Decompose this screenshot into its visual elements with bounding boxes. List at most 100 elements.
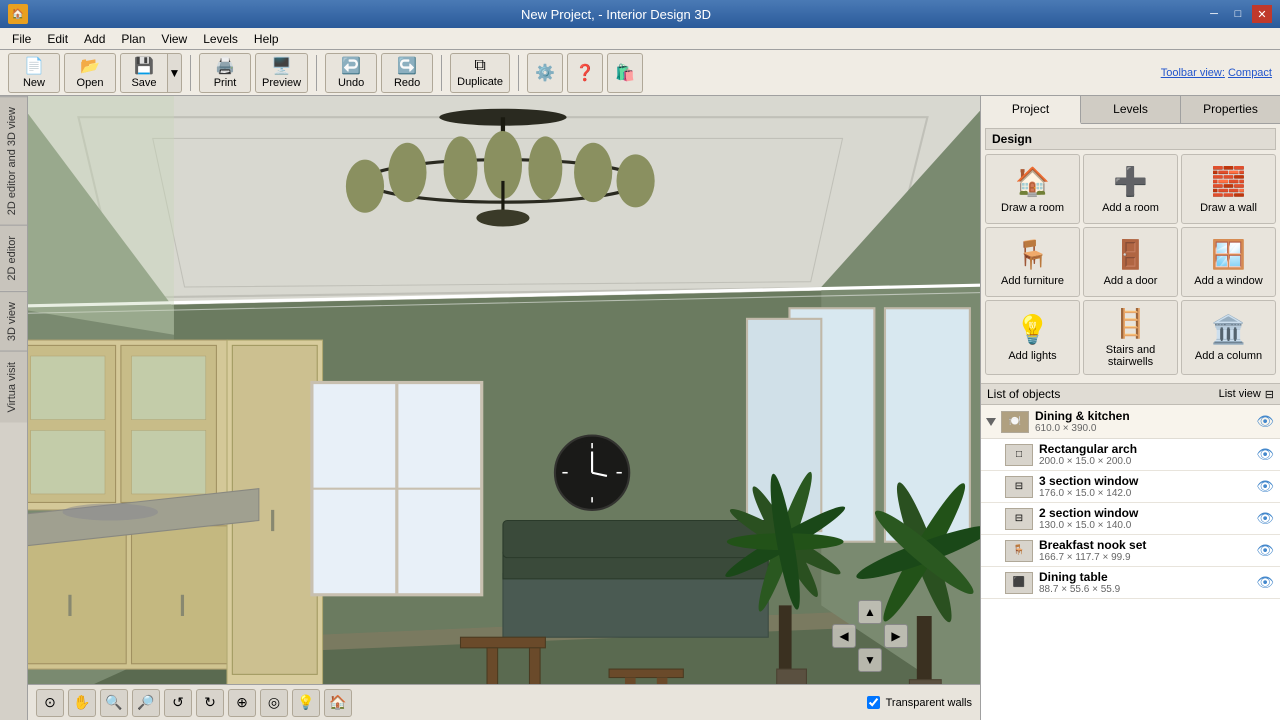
visibility-toggle-2[interactable]: 👁 [1256, 478, 1274, 495]
design-btn-icon-7: 🪜 [1113, 307, 1148, 340]
design-btn-add-a-room[interactable]: ➕Add a room [1083, 154, 1178, 224]
toolbar-separator-2 [316, 55, 317, 91]
save-icon: 💾 [134, 56, 154, 76]
light-toggle-button[interactable]: 💡 [292, 689, 320, 717]
undo-button[interactable]: ↩️ Undo [325, 53, 377, 93]
orbit-button[interactable]: ⊕ [228, 689, 256, 717]
print-button[interactable]: 🖨️ Print [199, 53, 251, 93]
toolbar-separator-4 [518, 55, 519, 91]
left-tab-3d-view[interactable]: 3D view [0, 291, 27, 351]
object-item-2[interactable]: ⊟ 3 section window 176.0 × 15.0 × 142.0 … [981, 471, 1280, 503]
objects-list-header: List of objects List view ⊟ [981, 383, 1280, 405]
obj-thumb-5: ⬛ [1005, 572, 1033, 594]
menu-item-help[interactable]: Help [246, 30, 287, 48]
nav-right-button[interactable]: ▶ [884, 624, 908, 648]
design-btn-add-a-column[interactable]: 🏛️Add a column [1181, 300, 1276, 375]
design-btn-add-furniture[interactable]: 🪑Add furniture [985, 227, 1080, 297]
design-btn-add-a-door[interactable]: 🚪Add a door [1083, 227, 1178, 297]
compact-link[interactable]: Compact [1228, 67, 1272, 79]
transparent-walls-label[interactable]: Transparent walls [886, 697, 972, 709]
object-item-1[interactable]: □ Rectangular arch 200.0 × 15.0 × 200.0 … [981, 439, 1280, 471]
design-btn-label-0: Draw a room [1001, 202, 1064, 214]
objects-list[interactable]: 🍽️ Dining & kitchen 610.0 × 390.0 👁 □ Re… [981, 405, 1280, 720]
redo-button[interactable]: ↪️ Redo [381, 53, 433, 93]
object-item-5[interactable]: ⬛ Dining table 88.7 × 55.6 × 55.9 👁 [981, 567, 1280, 599]
obj-info-4: Breakfast nook set 166.7 × 117.7 × 99.9 [1039, 538, 1250, 563]
obj-thumb-2: ⊟ [1005, 476, 1033, 498]
obj-info-3: 2 section window 130.0 × 15.0 × 140.0 [1039, 506, 1250, 531]
viewport[interactable]: ▲ ◀ ▶ ▼ ⊙ ✋ 🔍 🔎 ↺ ↻ ⊕ ◎ 💡 🏠 Transparent … [28, 96, 980, 720]
viewport-toolbar: ⊙ ✋ 🔍 🔎 ↺ ↻ ⊕ ◎ 💡 🏠 Transparent walls [28, 684, 980, 720]
open-button[interactable]: 📂 Open [64, 53, 116, 93]
object-item-3[interactable]: ⊟ 2 section window 130.0 × 15.0 × 140.0 … [981, 503, 1280, 535]
visibility-toggle-3[interactable]: 👁 [1256, 510, 1274, 527]
visibility-toggle-1[interactable]: 👁 [1256, 446, 1274, 463]
preview-button[interactable]: 🖥️ Preview [255, 53, 308, 93]
settings-button[interactable]: ⚙️ [527, 53, 563, 93]
panel-tabs: ProjectLevelsProperties [981, 96, 1280, 124]
design-btn-add-lights[interactable]: 💡Add lights [985, 300, 1080, 375]
menu-item-levels[interactable]: Levels [195, 30, 246, 48]
open-icon: 📂 [80, 56, 100, 76]
duplicate-button[interactable]: ⧉ Duplicate [450, 53, 510, 93]
zoom-in-button[interactable]: 🔎 [132, 689, 160, 717]
menu-item-edit[interactable]: Edit [39, 30, 76, 48]
object-group-0[interactable]: 🍽️ Dining & kitchen 610.0 × 390.0 👁 [981, 405, 1280, 439]
design-btn-draw-a-room[interactable]: 🏠Draw a room [985, 154, 1080, 224]
obj-dims-1: 200.0 × 15.0 × 200.0 [1039, 456, 1250, 467]
panel-tab-project[interactable]: Project [981, 96, 1081, 124]
help-button[interactable]: ❓ [567, 53, 603, 93]
redo-label: Redo [394, 77, 420, 89]
360-view-button[interactable]: ⊙ [36, 689, 64, 717]
duplicate-icon: ⧉ [474, 57, 485, 75]
rotate-left-button[interactable]: ↺ [164, 689, 192, 717]
menu-item-add[interactable]: Add [76, 30, 113, 48]
save-button[interactable]: 💾 Save [120, 53, 168, 93]
nav-left-button[interactable]: ◀ [832, 624, 856, 648]
transparent-walls-checkbox[interactable] [867, 696, 880, 709]
obj-dims-5: 88.7 × 55.6 × 55.9 [1039, 584, 1250, 595]
design-btn-add-a-window[interactable]: 🪟Add a window [1181, 227, 1276, 297]
menu-item-file[interactable]: File [4, 30, 39, 48]
visibility-toggle-4[interactable]: 👁 [1256, 542, 1274, 559]
obj-info-5: Dining table 88.7 × 55.6 × 55.9 [1039, 570, 1250, 595]
left-tab-2d-editor-and-3d-view[interactable]: 2D editor and 3D view [0, 96, 27, 225]
nav-up-button[interactable]: ▲ [858, 600, 882, 624]
new-button[interactable]: 📄 New [8, 53, 60, 93]
panel-tab-levels[interactable]: Levels [1081, 96, 1181, 123]
list-view-label: List view [1219, 388, 1261, 400]
menu-item-plan[interactable]: Plan [113, 30, 153, 48]
design-btn-icon-3: 🪑 [1015, 238, 1050, 271]
save-dropdown-button[interactable]: ▼ [168, 53, 182, 93]
zoom-out-button[interactable]: 🔍 [100, 689, 128, 717]
minimize-button[interactable]: ─ [1204, 5, 1224, 23]
design-btn-stairs-and-stairwells[interactable]: 🪜Stairs and stairwells [1083, 300, 1178, 375]
object-item-4[interactable]: 🪑 Breakfast nook set 166.7 × 117.7 × 99.… [981, 535, 1280, 567]
pan-button[interactable]: ✋ [68, 689, 96, 717]
save-button-group: 💾 Save ▼ [120, 53, 182, 93]
panel-tab-properties[interactable]: Properties [1181, 96, 1280, 123]
left-tab-2d-editor[interactable]: 2D editor [0, 225, 27, 291]
restore-button[interactable]: □ [1228, 5, 1248, 23]
design-btn-draw-a-wall[interactable]: 🧱Draw a wall [1181, 154, 1276, 224]
store-button[interactable]: 🛍️ [607, 53, 643, 93]
nav-down-button[interactable]: ▼ [858, 648, 882, 672]
view-mode-button[interactable]: ◎ [260, 689, 288, 717]
obj-thumb-3: ⊟ [1005, 508, 1033, 530]
visibility-toggle-5[interactable]: 👁 [1256, 574, 1274, 591]
obj-thumb-1: □ [1005, 444, 1033, 466]
visibility-toggle-0[interactable]: 👁 [1256, 413, 1274, 430]
close-button[interactable]: ✕ [1252, 5, 1272, 23]
obj-thumb-0: 🍽️ [1001, 411, 1029, 433]
home-view-button[interactable]: 🏠 [324, 689, 352, 717]
design-btn-label-8: Add a column [1195, 350, 1262, 362]
menubar: FileEditAddPlanViewLevelsHelp [0, 28, 1280, 50]
left-tab-virtua-visit[interactable]: Virtua visit [0, 351, 27, 423]
preview-icon: 🖥️ [272, 56, 292, 76]
obj-thumb-4: 🪑 [1005, 540, 1033, 562]
menu-item-view[interactable]: View [153, 30, 195, 48]
rotate-right-button[interactable]: ↻ [196, 689, 224, 717]
open-label: Open [77, 77, 104, 89]
list-view-button[interactable]: List view ⊟ [1219, 388, 1274, 401]
undo-label: Undo [338, 77, 364, 89]
